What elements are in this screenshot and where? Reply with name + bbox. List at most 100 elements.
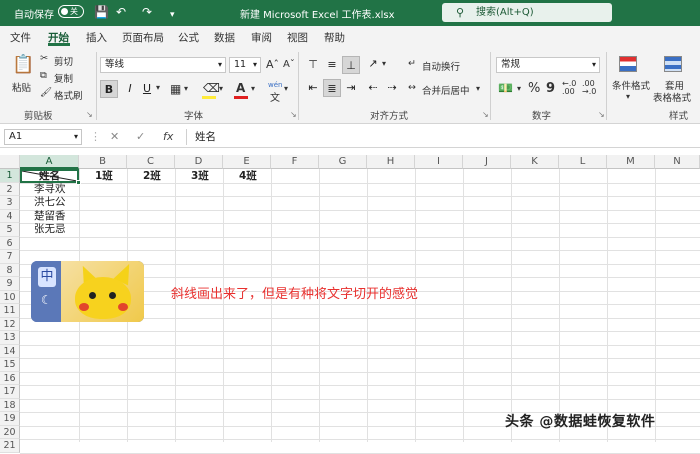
row-header[interactable]: 17 <box>0 385 20 399</box>
paste-icon[interactable]: 📋 <box>12 54 34 75</box>
italic-button[interactable]: I <box>121 80 139 98</box>
row-header[interactable]: 6 <box>0 236 20 250</box>
column-header[interactable]: G <box>319 155 367 169</box>
tab-insert[interactable]: 插入 <box>86 30 107 45</box>
chevron-down-icon[interactable]: ▾ <box>626 92 630 101</box>
increase-decimal-icon[interactable]: ←.0.00 <box>562 80 576 96</box>
percent-button[interactable]: % <box>528 81 540 96</box>
align-center-icon[interactable]: ≣ <box>323 79 341 97</box>
undo-icon[interactable]: ↶ <box>116 5 126 19</box>
cell-e1[interactable]: 4班 <box>239 170 257 183</box>
row-header[interactable]: 16 <box>0 371 20 385</box>
border-icon[interactable]: ▦ <box>170 82 181 96</box>
customize-icon[interactable]: ▾ <box>170 8 175 22</box>
column-header[interactable]: K <box>511 155 559 169</box>
column-header[interactable]: M <box>607 155 655 169</box>
format-painter-button[interactable]: 格式刷 <box>54 88 83 102</box>
cancel-icon[interactable]: ✕ <box>110 130 119 143</box>
column-header[interactable]: N <box>655 155 700 169</box>
merge-center-button[interactable]: 合并后居中 <box>422 83 470 97</box>
format-as-table-label[interactable]: 表格格式 <box>653 90 691 104</box>
wrap-text-icon[interactable]: ↵ <box>408 58 416 69</box>
decrease-font-icon[interactable]: Aˇ <box>283 59 295 70</box>
row-header[interactable]: 3 <box>0 196 20 210</box>
column-header[interactable]: E <box>223 155 271 169</box>
formula-input[interactable]: 姓名 <box>186 129 696 145</box>
tab-review[interactable]: 审阅 <box>251 30 272 45</box>
row-header[interactable]: 11 <box>0 304 20 318</box>
merge-center-icon[interactable]: ↔ <box>408 82 416 93</box>
format-painter-icon[interactable]: 🖌 <box>40 87 52 98</box>
orientation-icon[interactable]: ↗ <box>364 55 382 73</box>
align-left-icon[interactable]: ⇤ <box>304 79 322 97</box>
row-header[interactable]: 1 <box>0 169 20 183</box>
embedded-picture[interactable]: 中 ☾ <box>31 261 144 322</box>
font-color-icon[interactable]: A <box>236 81 245 95</box>
row-header[interactable]: 14 <box>0 344 20 358</box>
column-header[interactable]: H <box>367 155 415 169</box>
column-header[interactable]: A <box>20 155 79 169</box>
chevron-down-icon[interactable]: ▾ <box>251 84 255 93</box>
row-header[interactable]: 19 <box>0 412 20 426</box>
search-box[interactable]: ⚲ 搜索(Alt+Q) <box>442 3 612 22</box>
column-header[interactable]: L <box>559 155 607 169</box>
fill-handle[interactable] <box>76 180 81 185</box>
paste-button[interactable]: 粘贴 <box>12 80 31 94</box>
format-as-table-icon[interactable] <box>664 56 682 72</box>
cell-a4[interactable]: 楚留香 <box>34 210 66 223</box>
column-header[interactable]: J <box>463 155 511 169</box>
enter-icon[interactable]: ✓ <box>136 130 145 143</box>
conditional-format-icon[interactable] <box>619 56 637 72</box>
name-box[interactable]: A1 ▾ <box>4 129 82 145</box>
increase-indent-icon[interactable]: ⇢ <box>383 79 401 97</box>
row-header[interactable]: 15 <box>0 358 20 372</box>
tab-data[interactable]: 数据 <box>214 30 235 45</box>
underline-button[interactable]: U <box>138 80 156 98</box>
number-format-select[interactable]: 常规 ▾ <box>496 57 600 73</box>
tab-view[interactable]: 视图 <box>287 30 308 45</box>
chevron-down-icon[interactable]: ▾ <box>284 84 288 93</box>
align-top-icon[interactable]: ⊤ <box>304 56 322 74</box>
alignment-launcher-icon[interactable]: ↘ <box>482 110 489 119</box>
cell-b1[interactable]: 1班 <box>95 170 113 183</box>
save-icon[interactable]: 💾 <box>94 5 109 19</box>
tab-formulas[interactable]: 公式 <box>178 30 199 45</box>
chevron-down-icon[interactable]: ▾ <box>219 84 223 93</box>
copy-button[interactable]: 复制 <box>54 71 73 85</box>
comma-style-button[interactable]: 9 <box>546 81 555 96</box>
tab-page-layout[interactable]: 页面布局 <box>122 30 164 45</box>
font-launcher-icon[interactable]: ↘ <box>290 110 297 119</box>
copy-icon[interactable]: ⧉ <box>40 70 47 81</box>
bold-button[interactable]: B <box>100 80 118 98</box>
clipboard-launcher-icon[interactable]: ↘ <box>86 110 93 119</box>
tab-help[interactable]: 帮助 <box>324 30 345 45</box>
chevron-down-icon[interactable]: ▾ <box>476 84 480 93</box>
column-header[interactable]: I <box>415 155 463 169</box>
wrap-text-button[interactable]: 自动换行 <box>422 59 460 73</box>
row-header[interactable]: 9 <box>0 277 20 291</box>
cell-a2[interactable]: 李寻欢 <box>34 183 66 196</box>
decrease-indent-icon[interactable]: ⇠ <box>364 79 382 97</box>
align-right-icon[interactable]: ⇥ <box>342 79 360 97</box>
cut-button[interactable]: 剪切 <box>54 54 73 68</box>
font-name-select[interactable]: 等线 ▾ <box>100 57 226 73</box>
row-header[interactable]: 18 <box>0 398 20 412</box>
column-header[interactable]: C <box>127 155 175 169</box>
redo-icon[interactable]: ↷ <box>142 5 152 19</box>
column-header[interactable]: D <box>175 155 223 169</box>
font-size-select[interactable]: 11 ▾ <box>229 57 261 73</box>
row-header[interactable]: 5 <box>0 223 20 237</box>
tab-file[interactable]: 文件 <box>10 30 31 45</box>
fill-color-icon[interactable]: ⌫ <box>203 81 220 95</box>
cell-c1[interactable]: 2班 <box>143 170 161 183</box>
align-bottom-icon[interactable]: ⊥ <box>342 56 360 74</box>
row-header[interactable]: 12 <box>0 317 20 331</box>
column-header[interactable]: F <box>271 155 319 169</box>
autosave-toggle[interactable]: 关 <box>58 5 84 18</box>
chevron-down-icon[interactable]: ▾ <box>517 84 521 93</box>
cell-a3[interactable]: 洪七公 <box>34 196 66 209</box>
number-launcher-icon[interactable]: ↘ <box>598 110 605 119</box>
cell-d1[interactable]: 3班 <box>191 170 209 183</box>
currency-icon[interactable]: 💵 <box>498 81 513 95</box>
chevron-down-icon[interactable]: ▾ <box>382 59 386 68</box>
